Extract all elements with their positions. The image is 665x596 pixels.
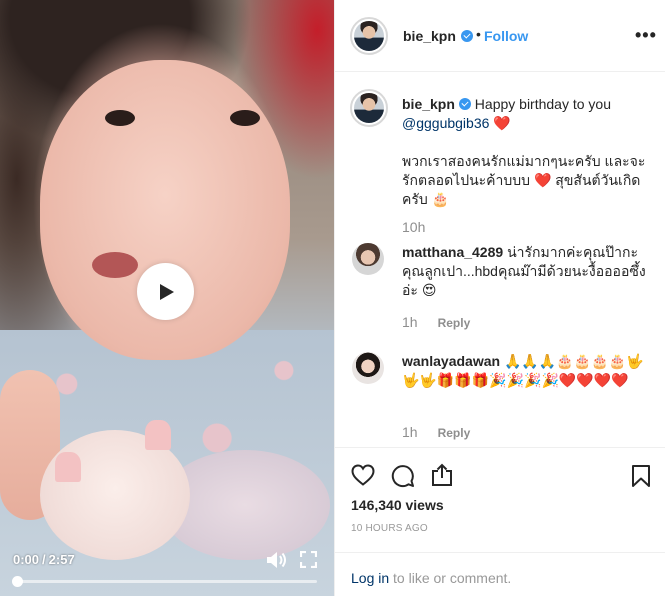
commenter-avatar[interactable] — [352, 243, 384, 275]
video-frame-mouth — [92, 252, 138, 278]
comment-item: matthana_4289 น่ารักมากค่ะคุณป๊ากะคุณลูก… — [402, 243, 654, 300]
comment-username[interactable]: wanlayadawan — [402, 353, 500, 369]
volume-icon[interactable] — [266, 550, 288, 570]
video-frame-pig-ear — [145, 420, 171, 450]
video-frame-pig-ear — [55, 452, 81, 482]
caption-avatar[interactable] — [354, 93, 384, 123]
author-username[interactable]: bie_kpn — [403, 28, 456, 44]
comment-time[interactable]: 1h — [402, 424, 418, 440]
time-separator: / — [42, 552, 46, 567]
caption-time[interactable]: 10h — [402, 219, 425, 235]
comment-meta: 1h Reply — [402, 424, 470, 440]
reply-button[interactable]: Reply — [438, 426, 471, 440]
share-icon[interactable] — [431, 463, 453, 487]
comment-time[interactable]: 1h — [402, 314, 418, 330]
login-suffix: to like or comment. — [389, 570, 512, 586]
video-progress-bar[interactable] — [12, 576, 317, 587]
commenter-avatar[interactable] — [352, 352, 384, 384]
play-icon — [160, 283, 174, 300]
login-prompt: Log in to like or comment. — [335, 552, 665, 596]
reply-button[interactable]: Reply — [438, 316, 471, 330]
more-options-button[interactable]: ••• — [635, 26, 657, 44]
duration: 2:57 — [48, 552, 75, 567]
post-caption: bie_kpn Happy birthday to you @gggubgib3… — [402, 95, 652, 209]
heart-icon[interactable] — [351, 464, 375, 486]
author-avatar[interactable] — [354, 21, 384, 51]
verified-icon — [461, 30, 473, 42]
follow-button[interactable]: Follow — [484, 28, 528, 44]
verified-icon — [458, 98, 471, 110]
view-count[interactable]: 146,340 views — [351, 497, 444, 513]
login-prompt-text: Log in to like or comment. — [351, 570, 511, 586]
current-time: 0:00 — [13, 552, 40, 567]
comments-list[interactable]: bie_kpn Happy birthday to you @gggubgib3… — [335, 73, 665, 447]
fullscreen-icon[interactable] — [300, 551, 317, 568]
caption-mention[interactable]: @gggubgib36 — [402, 115, 489, 131]
video-time: 0:00/2:57 — [13, 552, 75, 567]
caption-text-start: Happy birthday to you — [474, 96, 611, 112]
post-header: bie_kpn • Follow ••• — [335, 0, 665, 72]
comment-meta: 1h Reply — [402, 314, 470, 330]
caption-paragraph: พวกเราสองคนรักแม่มากๆนะครับ และจะรักตลอด… — [402, 153, 646, 207]
login-link[interactable]: Log in — [351, 570, 389, 586]
comment-username[interactable]: matthana_4289 — [402, 244, 503, 260]
post-actions: 146,340 views 10 HOURS AGO Log in to lik… — [335, 447, 665, 596]
separator-dot: • — [476, 26, 481, 42]
progress-knob[interactable] — [12, 576, 23, 587]
comment-icon[interactable] — [391, 464, 415, 488]
play-button[interactable] — [137, 263, 194, 320]
post-panel: bie_kpn • Follow ••• bie_kpn Happy birth… — [334, 0, 665, 596]
bookmark-icon[interactable] — [631, 464, 651, 488]
post-timestamp[interactable]: 10 HOURS AGO — [351, 523, 428, 534]
video-frame-eye — [105, 110, 135, 126]
caption-username[interactable]: bie_kpn — [402, 96, 455, 112]
comment-item: wanlayadawan 🙏🙏🙏🎂🎂🎂🎂🤟🤟🤟🎁🎁🎁🎉🎉🎉🎉❤️❤️❤️❤️ — [402, 352, 654, 390]
video-player[interactable]: 0:00/2:57 — [0, 0, 334, 596]
video-frame-eye — [230, 110, 260, 126]
caption-text-end: ❤️ — [493, 115, 511, 131]
